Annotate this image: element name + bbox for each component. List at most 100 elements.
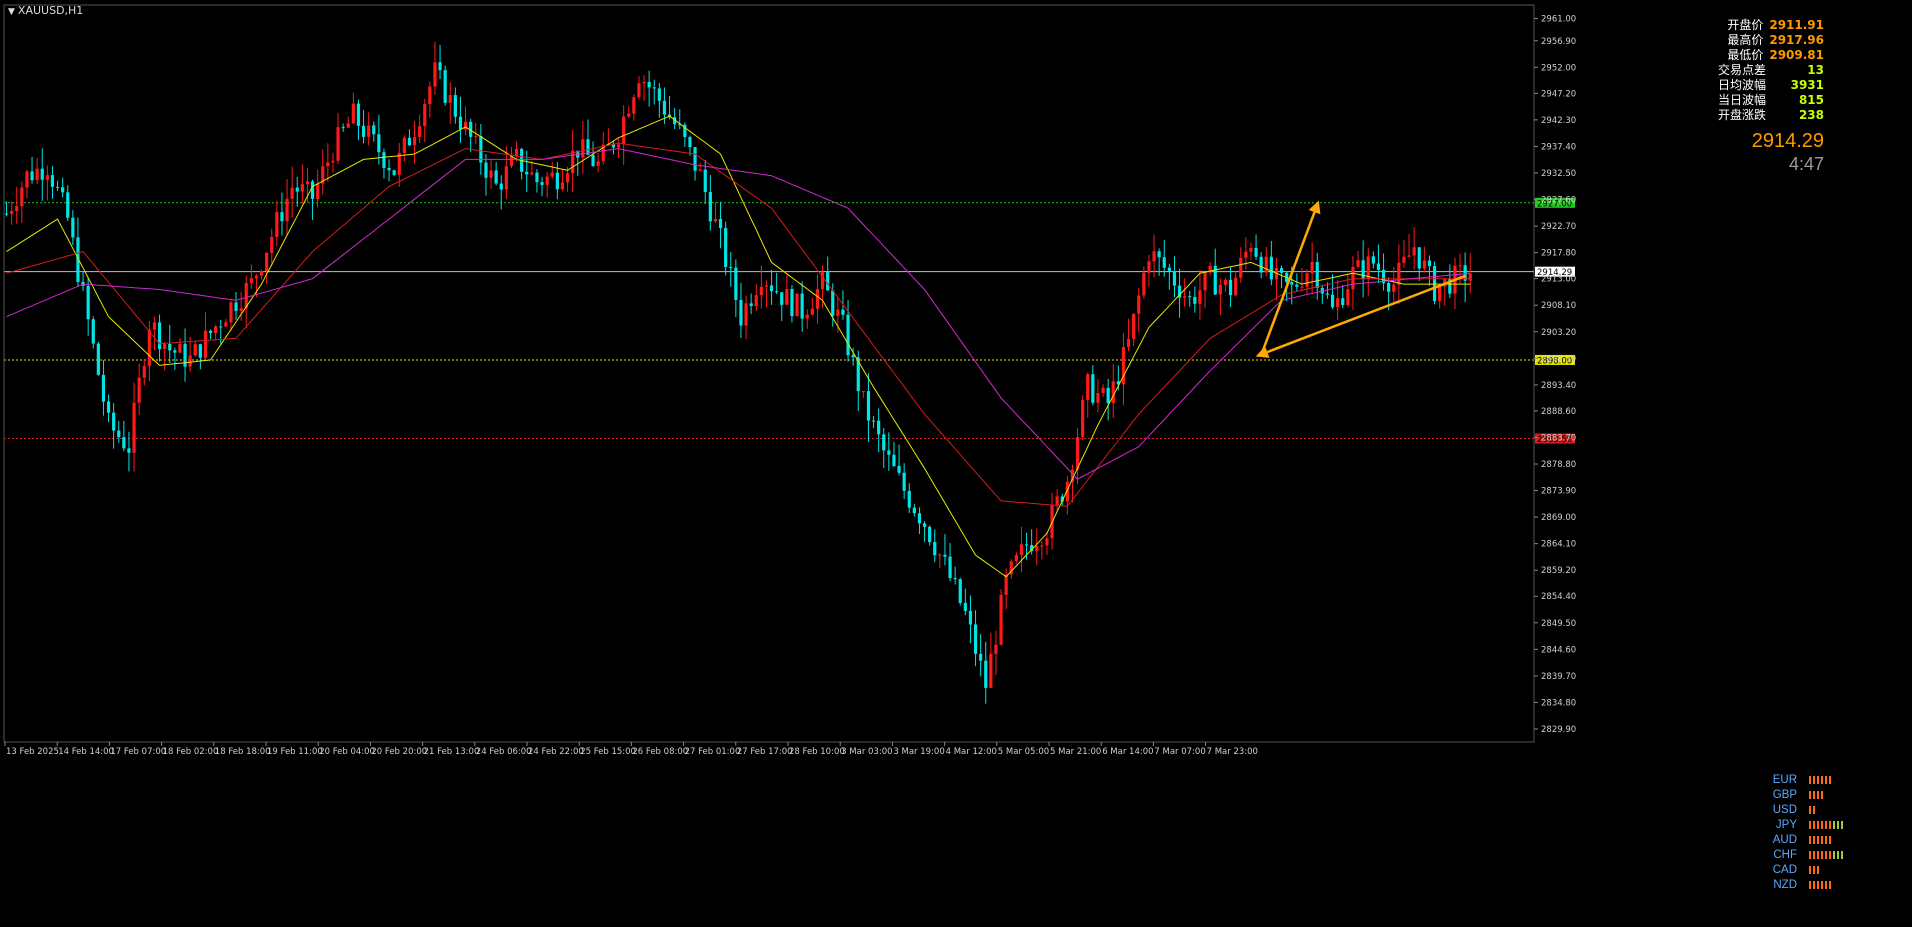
candle-bull bbox=[1336, 298, 1340, 308]
currency-strength-panel: EUR GBP USD JPY AUD CHF CAD NZD bbox=[1763, 772, 1843, 892]
candle-bear bbox=[973, 624, 978, 654]
candle-bear bbox=[1157, 251, 1161, 258]
candle-bull bbox=[367, 125, 371, 137]
candle-bull bbox=[560, 182, 565, 190]
candle-bull bbox=[1366, 256, 1370, 279]
candle-bull bbox=[336, 127, 340, 161]
time-tick-label: 21 Feb 13:00 bbox=[424, 747, 480, 757]
strength-bar bbox=[1813, 790, 1815, 799]
info-row: 交易点差 13 bbox=[1718, 63, 1824, 78]
candle-bear bbox=[907, 490, 911, 508]
candle-bull bbox=[1152, 251, 1156, 262]
candle-bear bbox=[525, 171, 529, 175]
candle-bull bbox=[627, 113, 631, 117]
candle-bear bbox=[86, 285, 90, 320]
candle-bear bbox=[382, 152, 386, 168]
candle-bear bbox=[372, 125, 376, 135]
candle-bull bbox=[622, 116, 626, 145]
candle-bear bbox=[1167, 267, 1171, 272]
candle-bull bbox=[254, 275, 259, 279]
candle-bull bbox=[1019, 544, 1024, 556]
candle-bear bbox=[4, 213, 9, 215]
info-label: 当日波幅 bbox=[1717, 93, 1766, 107]
candle-bear bbox=[1269, 256, 1273, 280]
candle-bull bbox=[412, 137, 417, 146]
current-price: 2914.29 bbox=[1751, 130, 1824, 152]
info-value: 2909.81 bbox=[1769, 48, 1824, 62]
price-chart[interactable]: 2927.002914.292898.002883.50 2961.002956… bbox=[0, 0, 1912, 927]
candle-bear bbox=[1330, 294, 1335, 308]
strength-bar bbox=[1821, 790, 1823, 799]
candle-bear bbox=[173, 350, 177, 353]
candle-bull bbox=[861, 391, 865, 393]
strength-bar bbox=[1817, 880, 1819, 889]
strength-row: NZD bbox=[1763, 877, 1843, 892]
candle-bull bbox=[1397, 262, 1401, 285]
info-row: 开盘涨跌 238 bbox=[1718, 108, 1824, 123]
candle-bear bbox=[943, 554, 947, 557]
info-label: 交易点差 bbox=[1717, 63, 1766, 77]
candle-bull bbox=[545, 176, 549, 185]
time-tick-label: 7 Mar 07:00 bbox=[1154, 747, 1205, 757]
candle-bull bbox=[616, 144, 621, 148]
strength-bar bbox=[1817, 850, 1819, 859]
price-tick-label: 2947.20 bbox=[1541, 89, 1576, 99]
strength-bar bbox=[1825, 820, 1827, 829]
candle-bull bbox=[571, 150, 575, 174]
candle-bear bbox=[1188, 296, 1192, 298]
candle-bull bbox=[1392, 284, 1396, 292]
price-tick-label: 2839.70 bbox=[1541, 672, 1576, 682]
candle-bull bbox=[305, 181, 310, 185]
price-tick-label: 2893.40 bbox=[1541, 381, 1576, 391]
strength-bar bbox=[1833, 850, 1835, 859]
candle-bull bbox=[25, 171, 29, 188]
candle-bull bbox=[402, 137, 406, 153]
info-row: 开盘价 2911.91 bbox=[1718, 18, 1824, 33]
candle-bear bbox=[877, 420, 881, 435]
candle-bull bbox=[795, 293, 799, 317]
candle-bull bbox=[938, 554, 942, 556]
candle-bear bbox=[30, 171, 34, 181]
candle-bull bbox=[713, 219, 718, 222]
dropdown-triangle-icon[interactable]: ▼ bbox=[8, 7, 15, 17]
candle-bear bbox=[387, 167, 391, 171]
candle-bear bbox=[407, 137, 412, 146]
price-tick-label: 2844.60 bbox=[1541, 645, 1576, 655]
candle-bear bbox=[708, 192, 712, 222]
strength-bar bbox=[1809, 790, 1811, 799]
candle-bear bbox=[96, 343, 100, 375]
candle-bear bbox=[280, 212, 284, 222]
time-tick-label: 20 Feb 04:00 bbox=[319, 747, 375, 757]
candle-bear bbox=[652, 87, 656, 89]
candle-bear bbox=[208, 330, 213, 334]
candle-bull bbox=[147, 329, 151, 367]
candle-bear bbox=[775, 291, 779, 293]
strength-bar bbox=[1821, 880, 1823, 889]
time-tick-label: 27 Feb 01:00 bbox=[685, 747, 741, 757]
price-tick-label: 2908.10 bbox=[1541, 301, 1576, 311]
strength-bar bbox=[1809, 835, 1811, 844]
info-value: 2917.96 bbox=[1769, 33, 1824, 47]
candle-bull bbox=[596, 161, 600, 166]
strength-bar bbox=[1833, 820, 1835, 829]
strength-bar bbox=[1825, 850, 1827, 859]
candle-bear bbox=[826, 271, 830, 291]
info-value: 3931 bbox=[1790, 78, 1824, 92]
strength-bars bbox=[1809, 820, 1843, 829]
candle-bear bbox=[979, 653, 983, 661]
candle-bull bbox=[1055, 496, 1059, 505]
candle-bull bbox=[137, 377, 141, 403]
strength-bar bbox=[1821, 850, 1823, 859]
strength-bar bbox=[1825, 775, 1827, 784]
chart-window[interactable]: 2927.00 2914.29 2898.00 2883.50 2961.00 2956… bbox=[0, 0, 1912, 927]
candle-bear bbox=[540, 182, 544, 185]
candle-bear bbox=[40, 168, 44, 180]
strength-bar bbox=[1809, 775, 1811, 784]
time-tick-label: 6 Mar 14:00 bbox=[1102, 747, 1153, 757]
candle-bear bbox=[851, 355, 855, 358]
candle-bull bbox=[1101, 387, 1105, 394]
candle-bull bbox=[224, 322, 228, 327]
currency-label: CHF bbox=[1773, 848, 1797, 861]
candle-bear bbox=[295, 187, 299, 192]
candle-bull bbox=[1004, 574, 1008, 595]
